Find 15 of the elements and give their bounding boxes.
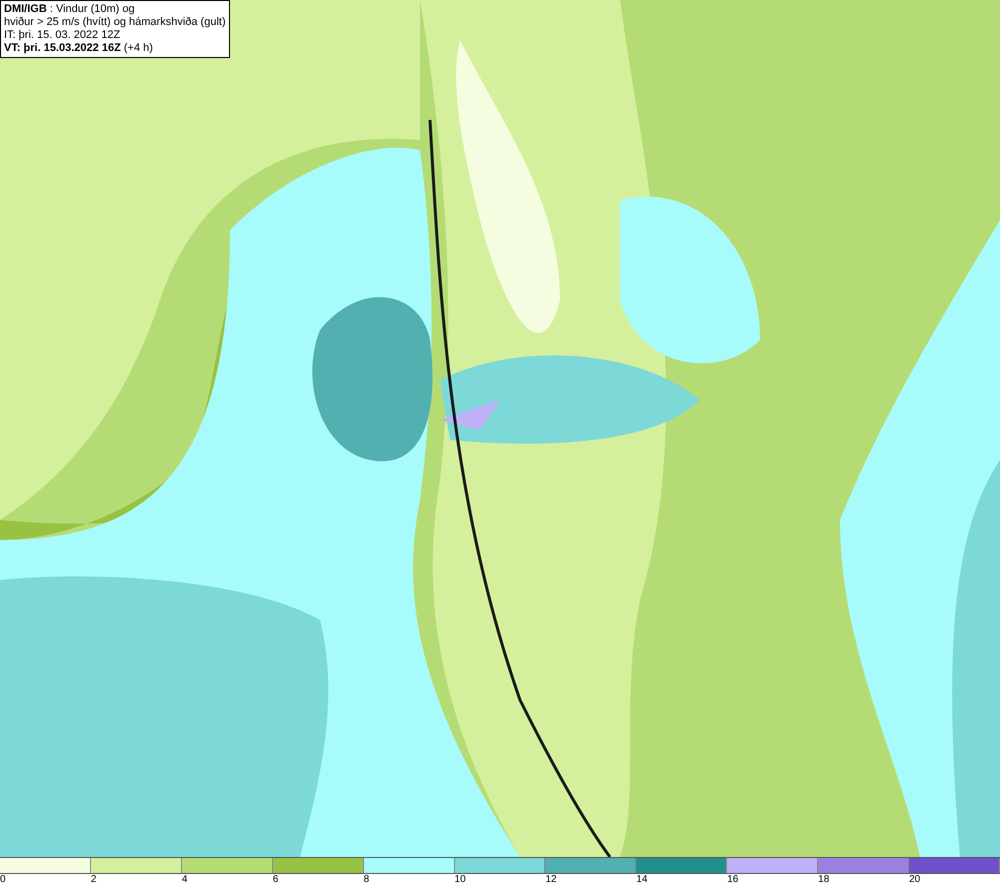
legend-label: 6 [272,874,278,885]
legend-label: 4 [182,874,188,885]
legend-label: 0 [0,874,6,885]
legend-label: 16 [727,874,738,885]
legend-label: 14 [636,874,648,885]
info-text: VT: þri. 15.03.2022 16Z (+4 h) [4,42,154,55]
info-text: IT: þri. 15. 03. 2022 12Z [4,29,122,42]
legend-label: 10 [454,874,466,885]
legend-label: 20 [909,874,920,885]
info-text: DMI/IGB : Vindur (10m) og [4,3,136,16]
legend-label: 12 [545,874,557,885]
info-text: hviður > 25 m/s (hvítt) og hámarkshviða (gult) [4,16,226,29]
legend-label: 18 [818,874,830,885]
legend-label: 2 [90,874,96,885]
legend-label: 8 [364,874,370,885]
